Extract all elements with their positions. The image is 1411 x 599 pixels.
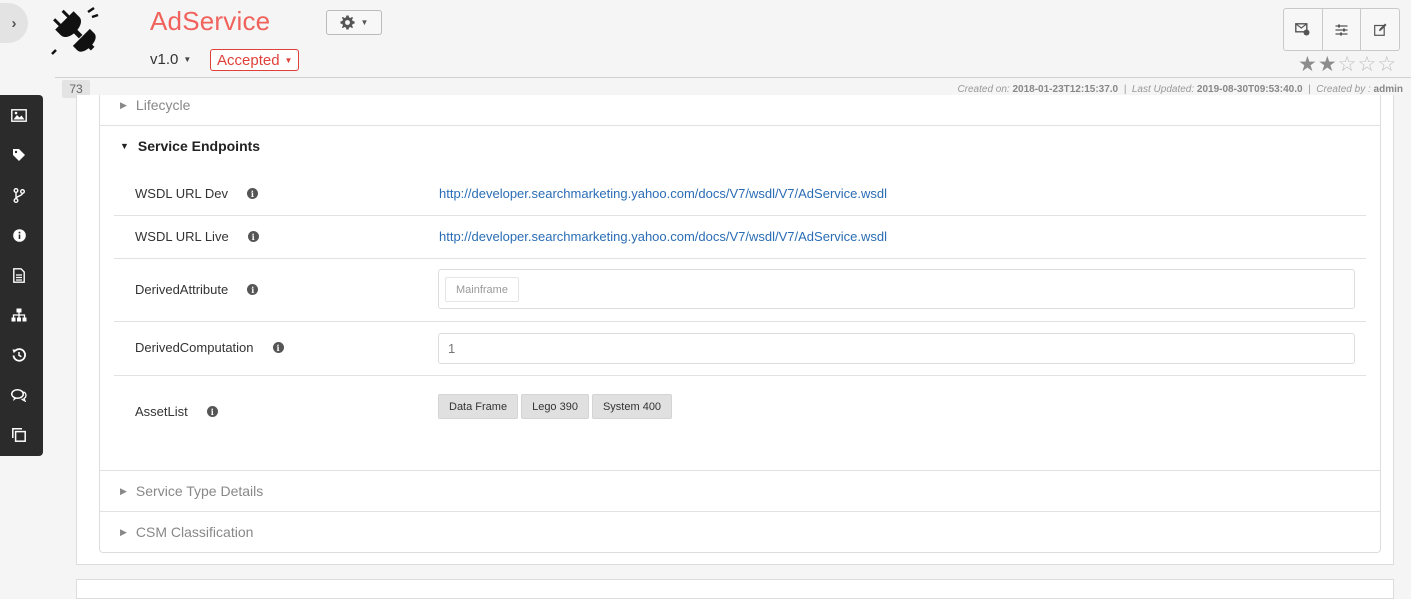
section-title: Service Endpoints — [137, 138, 261, 154]
status-label: Accepted — [217, 51, 280, 69]
created-value: 2018-01-23T12:15:37.0 — [1012, 84, 1119, 95]
asset-list-tags: Data Frame Lego 390 System 400 — [438, 394, 673, 419]
history-icon[interactable] — [11, 347, 27, 363]
divider — [114, 375, 1366, 376]
tag-icon[interactable] — [11, 147, 27, 163]
section-title: Lifecycle — [135, 97, 191, 113]
sections-accordion — [99, 95, 1381, 553]
star-empty-icon[interactable]: ☆ — [1377, 54, 1396, 75]
info-icon[interactable]: i — [272, 342, 284, 353]
info-icon[interactable]: i — [247, 231, 259, 242]
divider — [114, 321, 1366, 322]
side-toolbar — [0, 95, 43, 456]
field-label-text: AssetList — [135, 404, 188, 419]
asset-settings-dropdown[interactable]: ▼ — [326, 10, 382, 35]
edit-button[interactable] — [1361, 9, 1399, 50]
star-empty-icon[interactable]: ☆ — [1357, 54, 1376, 75]
document-icon[interactable] — [11, 267, 27, 283]
derived-attribute-field[interactable]: Mainframe — [438, 269, 1355, 309]
info-icon[interactable] — [11, 227, 27, 243]
divider — [114, 258, 1366, 259]
header-divider — [55, 77, 1411, 78]
caret-down-icon: ▼ — [360, 18, 369, 27]
version-label: v1.0 — [150, 51, 179, 68]
version-dropdown[interactable]: v1.0 ▼ — [150, 51, 191, 68]
unplugged-plug-logo-icon — [50, 6, 100, 56]
derived-computation-field[interactable]: 1 — [438, 333, 1355, 364]
field-label-wsdl-live: WSDL URL Live i — [135, 229, 259, 244]
star-filled-icon[interactable]: ★ — [1318, 54, 1337, 75]
asset-tag[interactable]: Data Frame — [438, 394, 519, 419]
asset-actions-group — [1283, 8, 1400, 51]
branch-icon[interactable] — [11, 187, 27, 203]
gear-icon — [340, 15, 355, 30]
caret-right-icon: ▶ — [120, 485, 127, 496]
wsdl-dev-link[interactable]: http://developer.searchmarketing.yahoo.c… — [439, 186, 887, 201]
caret-right-icon: ▶ — [120, 99, 127, 110]
audit-metadata: Created on: 2018-01-23T12:15:37.0 | Last… — [957, 84, 1403, 95]
separator: | — [1308, 84, 1311, 95]
settings-sliders-icon — [1335, 24, 1348, 35]
info-icon[interactable]: i — [246, 188, 258, 199]
divider — [100, 470, 1380, 471]
field-label-text: WSDL URL Dev — [135, 186, 228, 201]
field-label-asset-list: AssetList i — [135, 404, 218, 419]
updated-label: Last Updated: — [1131, 84, 1195, 95]
caret-down-icon: ▼ — [120, 141, 129, 151]
star-empty-icon[interactable]: ☆ — [1338, 54, 1357, 75]
separator: | — [1123, 84, 1127, 95]
info-icon[interactable]: i — [206, 406, 218, 417]
settings-sliders-button[interactable] — [1323, 9, 1362, 50]
section-title: CSM Classification — [135, 524, 254, 540]
created-label: Created on: — [957, 84, 1010, 95]
section-lifecycle[interactable]: ▶ Lifecycle — [120, 97, 190, 113]
divider — [100, 511, 1380, 512]
created-by-value: admin — [1373, 84, 1403, 95]
caret-down-icon: ▼ — [183, 55, 192, 64]
asset-tag[interactable]: Lego 390 — [521, 394, 589, 419]
hierarchy-icon[interactable] — [11, 307, 27, 323]
section-service-type-details[interactable]: ▶ Service Type Details — [120, 483, 263, 499]
section-title: Service Type Details — [135, 483, 264, 499]
wsdl-live-link[interactable]: http://developer.searchmarketing.yahoo.c… — [439, 229, 887, 244]
created-by-label: Created by : — [1316, 84, 1371, 95]
field-label-derived-attribute: DerivedAttribute i — [135, 282, 259, 297]
caret-right-icon: ▶ — [120, 526, 127, 537]
caret-down-icon: ▼ — [284, 55, 293, 65]
derived-attribute-chip: Mainframe — [445, 277, 519, 302]
info-icon[interactable]: i — [247, 284, 259, 295]
chevron-right-icon: › — [11, 14, 17, 32]
comments-icon[interactable] — [11, 387, 27, 403]
field-label-text: DerivedAttribute — [135, 282, 229, 297]
copy-icon[interactable] — [11, 427, 27, 443]
star-filled-icon[interactable]: ★ — [1298, 54, 1317, 75]
updated-value: 2019-08-30T09:53:40.0 — [1196, 84, 1303, 95]
section-service-endpoints[interactable]: ▼ Service Endpoints — [120, 138, 260, 154]
divider — [100, 125, 1380, 126]
status-dropdown[interactable]: Accepted ▼ — [210, 49, 300, 71]
asset-title: AdService — [150, 6, 271, 36]
section-csm-classification[interactable]: ▶ CSM Classification — [120, 524, 253, 540]
field-label-text: DerivedComputation — [135, 340, 254, 355]
image-icon[interactable] — [11, 107, 27, 123]
subscribe-button[interactable] — [1284, 9, 1323, 50]
expand-sidebar-button[interactable]: › — [0, 3, 28, 43]
next-panel — [76, 579, 1394, 599]
field-label-wsdl-dev: WSDL URL Dev i — [135, 186, 258, 201]
field-label-derived-computation: DerivedComputation i — [135, 340, 284, 355]
field-label-text: WSDL URL Live — [135, 229, 229, 244]
edit-icon — [1373, 23, 1387, 36]
rating-stars[interactable]: ★ ★ ☆ ☆ ☆ — [1298, 54, 1396, 75]
divider — [114, 215, 1366, 216]
asset-tag[interactable]: System 400 — [591, 394, 673, 419]
subscribe-icon — [1295, 23, 1310, 36]
